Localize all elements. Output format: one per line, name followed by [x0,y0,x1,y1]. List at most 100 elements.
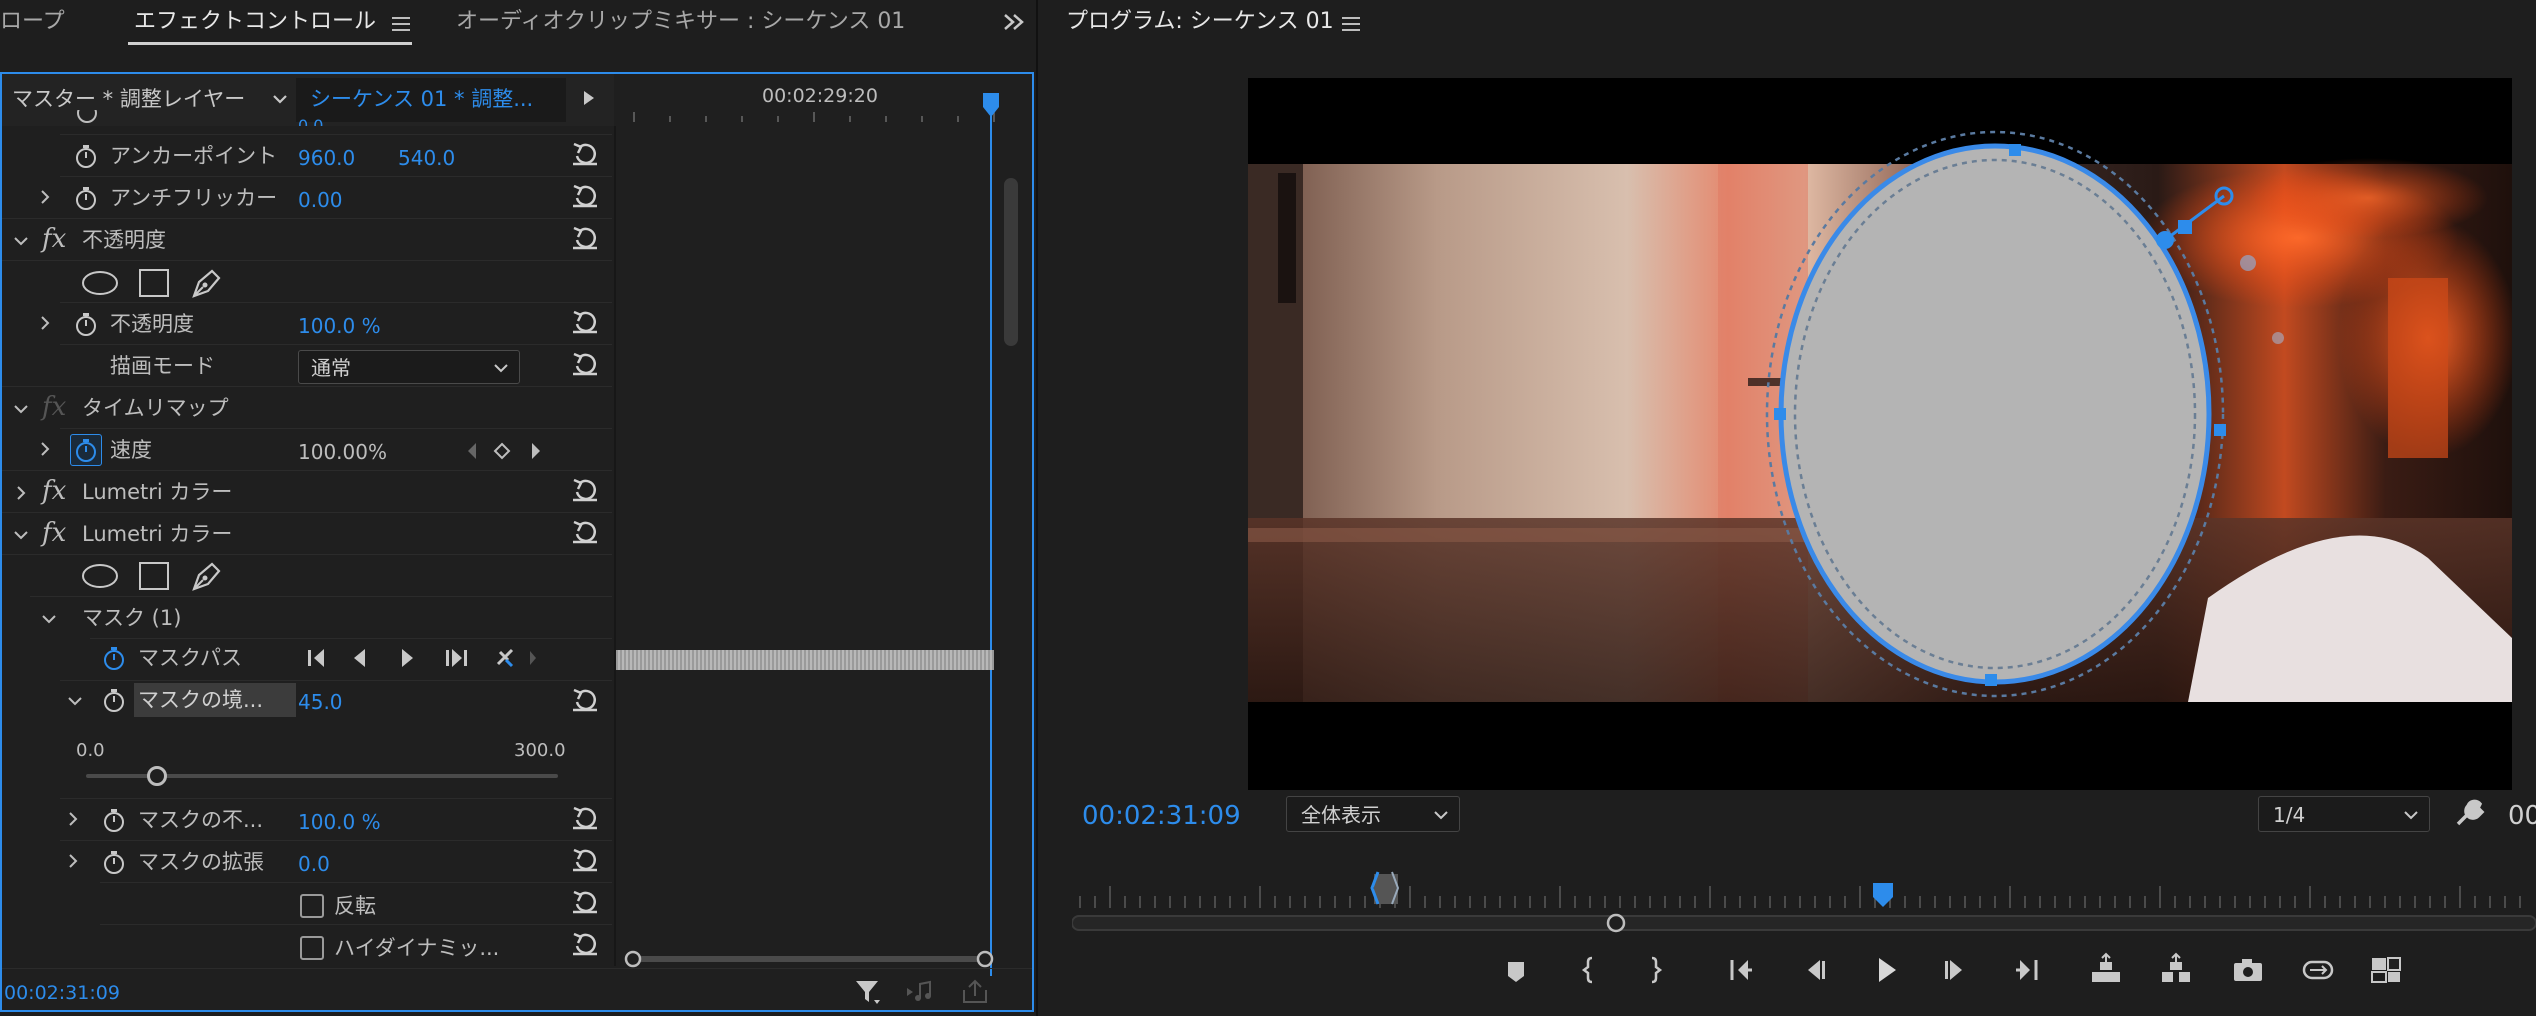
reset-icon[interactable] [568,800,602,834]
tab-program-monitor[interactable]: プログラム: シーケンス 01 [1066,11,1334,33]
playhead-marker-icon[interactable] [1872,882,1894,908]
chevron-down-icon[interactable] [66,692,84,710]
mask-path-keyframe-track[interactable] [616,650,994,670]
playhead-marker-icon[interactable] [982,92,1000,118]
mark-out-icon[interactable] [1634,950,1674,990]
vertical-scrollbar[interactable] [1004,178,1018,346]
zoom-level-value: 全体表示 [1301,803,1381,827]
reset-icon[interactable] [568,884,602,918]
stopwatch-icon[interactable] [100,848,128,876]
stopwatch-icon[interactable] [72,142,100,170]
zoom-level-dropdown[interactable]: 全体表示 [1286,796,1460,832]
menu-icon[interactable] [392,17,410,31]
mask-opacity-value[interactable]: 100.0 % [298,812,381,832]
tab-effect-controls[interactable]: エフェクトコントロール [134,11,376,33]
stopwatch-icon[interactable] [74,110,100,126]
stopwatch-icon[interactable] [72,184,100,212]
chevron-right-icon[interactable] [36,188,54,206]
reset-icon[interactable] [568,220,602,254]
fx-icon[interactable]: fx [42,226,66,252]
play-icon[interactable] [1866,950,1906,990]
speed-value[interactable]: 100.00% [298,442,387,462]
video-frame[interactable] [1248,78,2512,790]
sequence-clip-label[interactable]: シーケンス 01 * 調整... [310,89,533,110]
master-clip-label[interactable]: マスター * 調整レイヤー [12,89,245,110]
chevron-right-icon[interactable] [64,852,82,870]
add-marker-icon[interactable] [1496,950,1536,990]
anchor-x-value[interactable]: 960.0 [298,148,355,168]
rectangle-mask-icon[interactable] [138,561,170,591]
pen-mask-icon[interactable] [190,266,224,300]
anchor-y-value[interactable]: 540.0 [398,148,455,168]
in-out-marker-icon[interactable] [1368,868,1402,908]
chevron-right-icon[interactable] [36,440,54,458]
fx-icon[interactable]: fx [42,520,66,546]
reset-icon[interactable] [568,472,602,506]
panel-overflow-icon[interactable] [1002,12,1026,32]
reset-icon[interactable] [568,304,602,338]
chevron-right-icon[interactable] [12,484,30,502]
step-forward-icon[interactable] [1936,950,1976,990]
chevron-down-icon[interactable] [272,93,288,105]
column-divider [614,126,616,966]
lift-icon[interactable] [2086,950,2126,990]
audio-only-icon[interactable] [904,978,934,1006]
tab-audio-clip-mixer[interactable]: オーディオクリップミキサー : シーケンス 01 [456,11,905,33]
mask-expansion-value[interactable]: 0.0 [298,854,330,874]
stopwatch-icon[interactable] [70,434,102,466]
export-icon[interactable] [960,978,990,1006]
vr-video-icon[interactable] [2298,950,2338,990]
feather-slider-thumb[interactable] [146,766,167,786]
program-timecode[interactable]: 00:02:31:09 [1082,803,1241,829]
ellipse-mask-icon[interactable] [80,270,120,296]
stopwatch-icon[interactable] [100,644,128,672]
extract-icon[interactable] [2156,950,2196,990]
invert-checkbox[interactable] [300,894,324,918]
reset-icon[interactable] [568,346,602,380]
hdr-checkbox[interactable] [300,936,324,960]
chevron-down-icon[interactable] [12,232,30,250]
stopwatch-icon[interactable] [100,686,128,714]
timeline-zoom-bar[interactable] [624,950,994,968]
go-to-out-icon[interactable] [2006,950,2046,990]
multi-camera-icon[interactable] [2366,950,2406,990]
reset-icon[interactable] [568,136,602,170]
stopwatch-icon[interactable] [72,310,100,338]
chevron-right-icon[interactable] [36,314,54,332]
reset-icon[interactable] [568,514,602,548]
camera-icon[interactable] [2228,950,2268,990]
chevron-down-icon[interactable] [12,526,30,544]
mark-in-icon[interactable] [1570,950,1610,990]
fx-icon[interactable]: fx [42,478,66,504]
mask-tracking-controls[interactable] [302,644,552,672]
reset-icon[interactable] [568,178,602,212]
chevron-down-icon[interactable] [12,400,30,418]
tab-scopes-cut[interactable]: ロープ [0,11,65,33]
program-time-ruler[interactable] [1072,876,2536,910]
opacity-value[interactable]: 100.0 % [298,316,381,336]
blend-mode-dropdown[interactable]: 通常 [298,350,520,384]
chevron-down-icon[interactable] [40,610,58,628]
filter-icon[interactable] [854,978,882,1006]
playhead-line [990,116,992,976]
program-scroll-track[interactable] [1072,912,2536,934]
pen-mask-icon[interactable] [190,559,224,593]
menu-icon[interactable] [1342,17,1360,31]
reset-icon[interactable] [568,842,602,876]
go-to-in-icon[interactable] [1722,950,1762,990]
ruler-timecode: 00:02:29:20 [762,85,878,107]
step-back-icon[interactable] [1794,950,1834,990]
ellipse-mask-icon[interactable] [80,563,120,589]
chevron-right-icon[interactable] [64,810,82,828]
rectangle-mask-icon[interactable] [138,268,170,298]
keyframe-nav[interactable] [464,440,544,462]
wrench-icon[interactable] [2454,798,2486,830]
reset-icon[interactable] [568,926,602,960]
stopwatch-icon[interactable] [100,806,128,834]
reset-icon[interactable] [568,682,602,716]
play-icon[interactable] [582,89,596,107]
mask-feather-value[interactable]: 45.0 [298,692,343,712]
speed-label: 速度 [110,438,152,462]
resolution-dropdown[interactable]: 1/4 [2258,796,2430,832]
antiflicker-value[interactable]: 0.00 [298,190,343,210]
